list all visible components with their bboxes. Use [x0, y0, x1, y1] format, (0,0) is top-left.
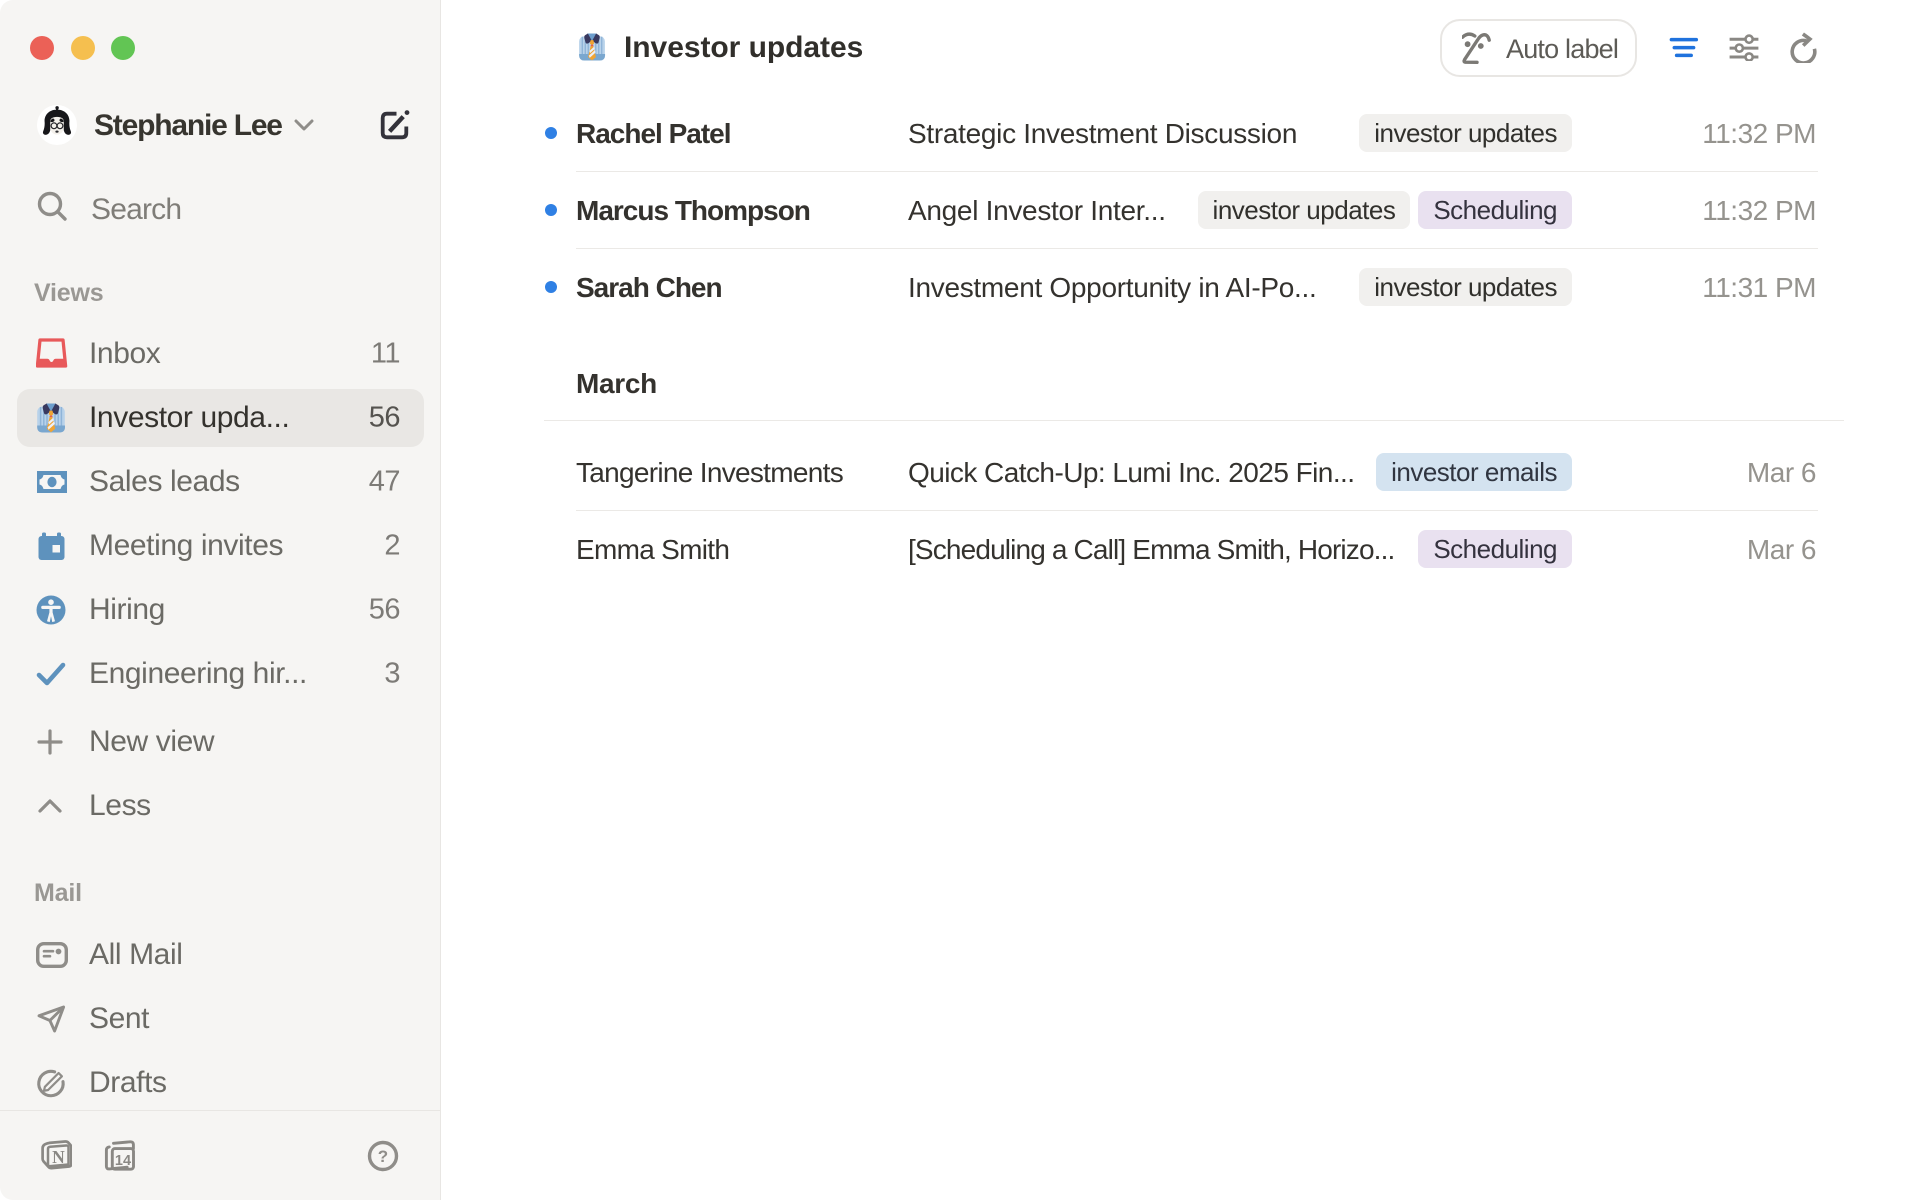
svg-text:N: N: [52, 1147, 65, 1167]
svg-text:14: 14: [115, 1153, 131, 1169]
svg-text:?: ?: [378, 1147, 388, 1166]
